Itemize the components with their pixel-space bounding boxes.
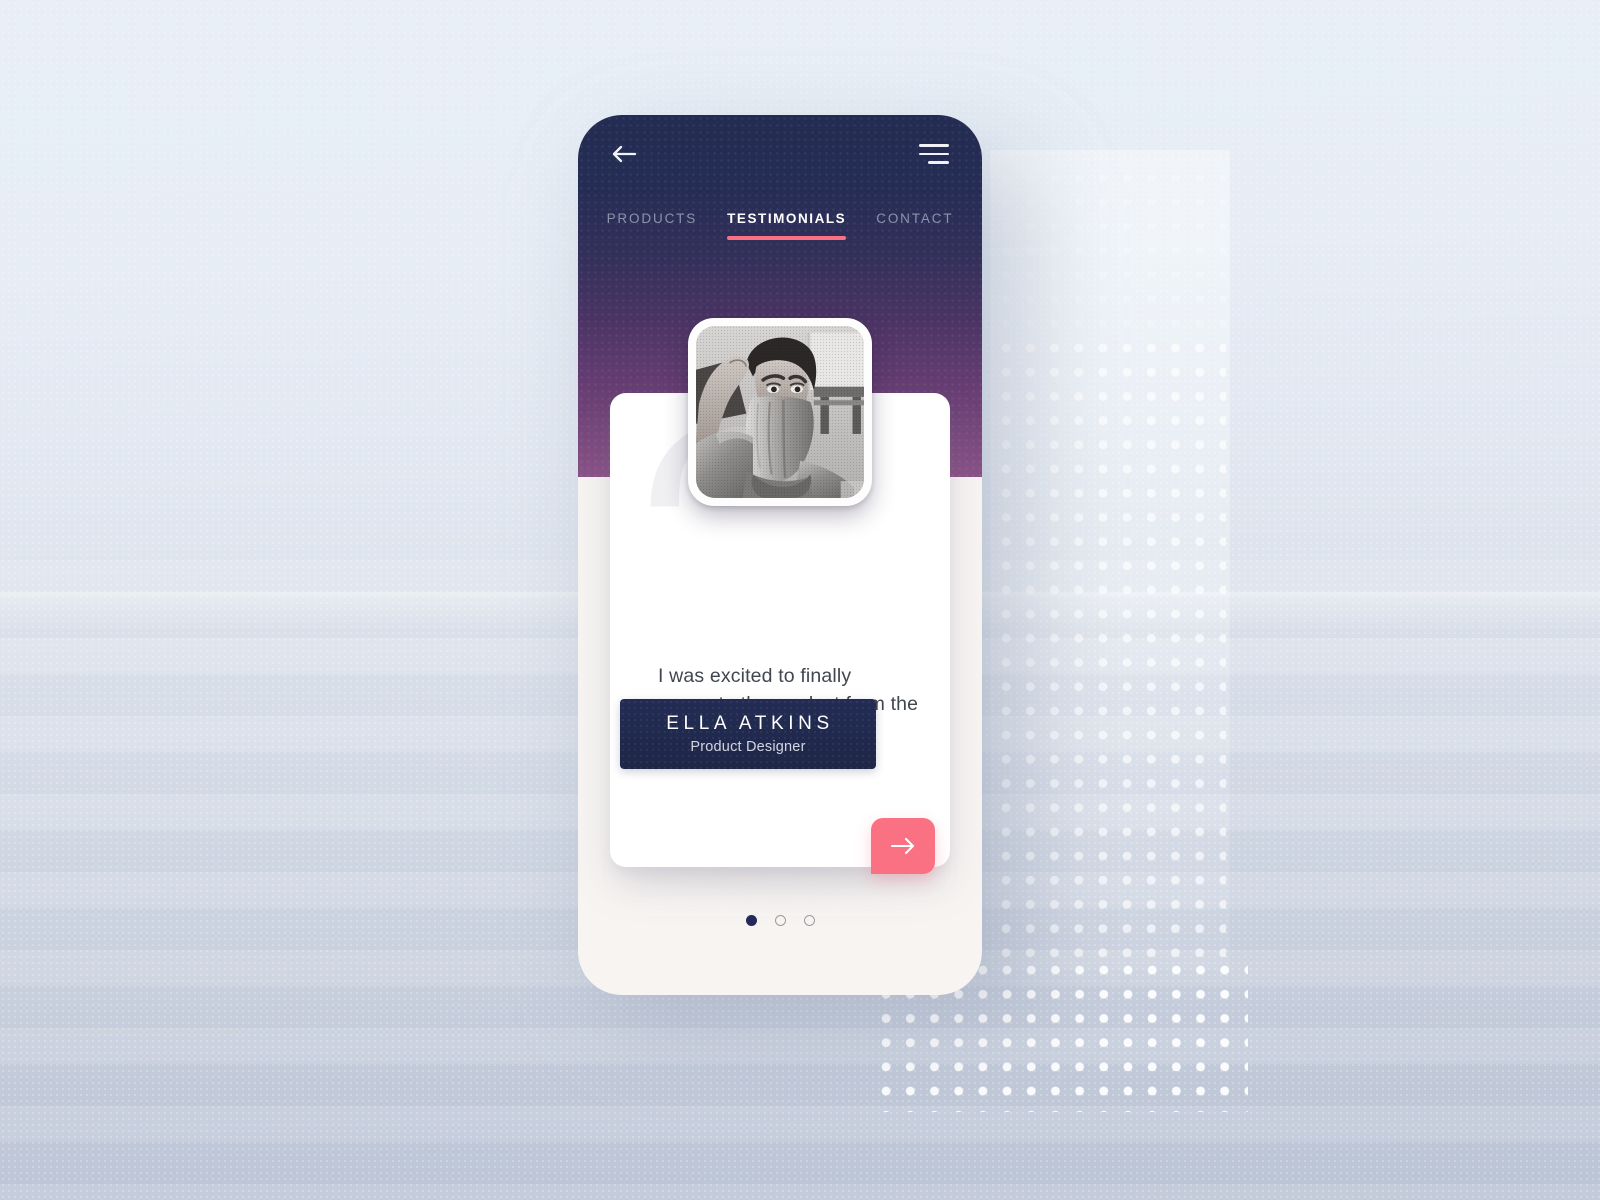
tab-testimonials[interactable]: TESTIMONIALS: [727, 211, 847, 246]
top-bar: [578, 115, 982, 193]
pagination-dot-3[interactable]: [803, 915, 815, 926]
background-light-wash-right: [990, 150, 1230, 970]
tab-active-underline: [727, 235, 847, 240]
person-role: Product Designer: [690, 739, 806, 755]
arrow-right-icon: [890, 837, 915, 855]
phone-mockup: PRODUCTS TESTIMONIALS CONTACT “ I was ex…: [578, 115, 982, 995]
tab-testimonials-label: TESTIMONIALS: [727, 211, 847, 226]
tab-contact[interactable]: CONTACT: [876, 211, 953, 246]
tab-products-label: PRODUCTS: [606, 211, 698, 226]
background-dot-grid-middle: [988, 330, 1226, 958]
arrow-left-icon: [612, 145, 637, 163]
background-dot-grid-upper: [988, 160, 1226, 332]
nav-tabs: PRODUCTS TESTIMONIALS CONTACT: [578, 211, 982, 246]
hamburger-menu-icon: [919, 144, 949, 164]
next-button[interactable]: [871, 818, 935, 874]
portrait-photo-illustration: [696, 326, 864, 498]
avatar-frame: [688, 318, 872, 506]
person-name: ELLA ATKINS: [666, 713, 834, 734]
scene: PRODUCTS TESTIMONIALS CONTACT “ I was ex…: [0, 0, 1600, 1200]
avatar-photo: [696, 326, 864, 498]
pagination-dot-1[interactable]: [745, 915, 757, 926]
pagination-dots: [578, 915, 982, 926]
tab-contact-label: CONTACT: [876, 211, 954, 226]
menu-button[interactable]: [914, 134, 954, 174]
pagination-dot-2[interactable]: [774, 915, 786, 926]
back-button[interactable]: [604, 134, 644, 174]
person-nameplate: ELLA ATKINS Product Designer: [620, 699, 876, 769]
tab-products[interactable]: PRODUCTS: [607, 211, 698, 246]
